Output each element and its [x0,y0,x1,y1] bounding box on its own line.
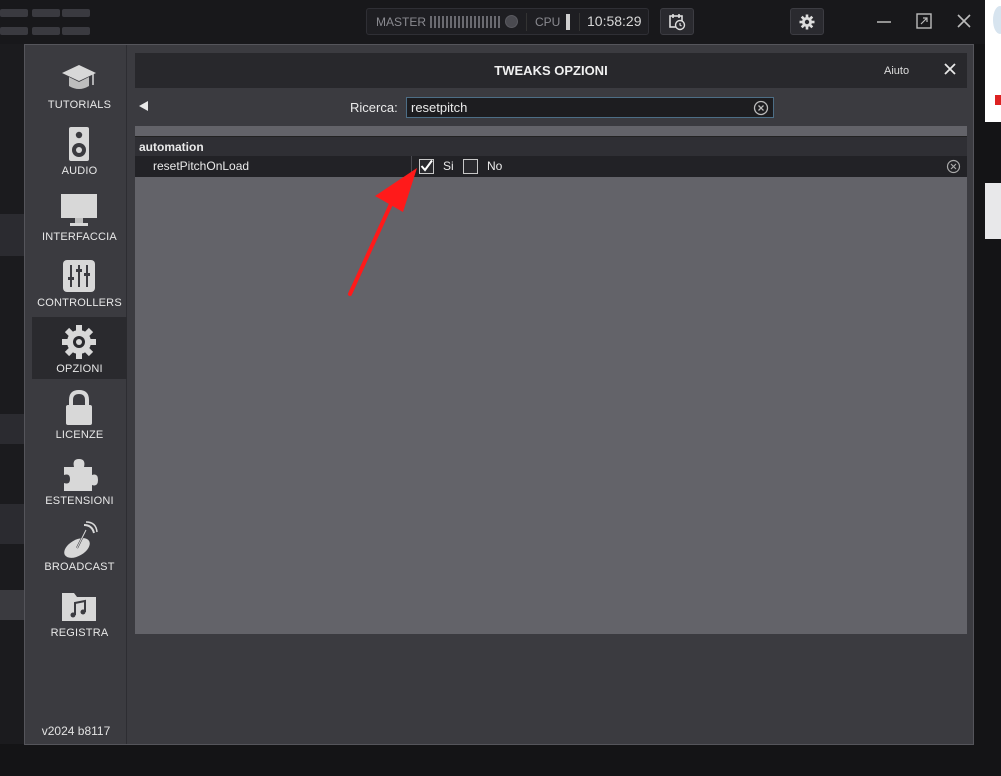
sidebar-item-label: TUTORIALS [47,99,112,111]
monitor-icon [61,194,97,226]
sidebar-item-licenze[interactable]: LICENZE [32,383,127,445]
reset-option-icon[interactable] [946,159,961,174]
speaker-icon [69,127,89,161]
background-window-edge [985,0,1001,122]
sidebar-item-label: ESTENSIONI [45,495,114,507]
panel-title: TWEAKS OPZIONI [494,63,608,78]
sidebar-item-label: OPZIONI [56,363,103,375]
panel-header: TWEAKS OPZIONI Aiuto [135,53,967,88]
group-title: automation [139,140,204,154]
background-window-edge-2 [985,183,1001,239]
sidebar-item-controllers[interactable]: CONTROLLERS [32,251,127,313]
close-button[interactable] [952,10,976,32]
music-folder-icon [62,593,96,621]
option-row: resetPitchOnLoad Si No [135,156,967,177]
maximize-button[interactable] [912,10,936,32]
help-link[interactable]: Aiuto [884,65,909,77]
satellite-dish-icon [64,521,98,558]
grid-menu-icon-3[interactable] [62,9,90,35]
no-label: No [487,159,503,173]
sidebar-item-label: CONTROLLERS [37,297,122,309]
lock-icon [66,389,92,425]
back-arrow-icon[interactable] [139,101,148,111]
sliders-icon [63,260,95,292]
master-status: MASTER CPU 10:58:29 [366,8,649,35]
maximize-icon [916,13,932,29]
sidebar-item-estensioni[interactable]: ESTENSIONI [32,449,127,511]
sidebar-item-opzioni[interactable]: OPZIONI [32,317,127,379]
option-name: resetPitchOnLoad [153,159,250,173]
sidebar-item-broadcast[interactable]: BROADCAST [32,515,127,577]
master-label: MASTER [376,15,427,29]
options-dialog: TUTORIALS AUDIO INTERFACCIA CONTROLLERS … [24,44,974,745]
top-bar: MASTER CPU 10:58:29 [0,0,985,44]
schedule-icon [669,13,686,30]
annotation-arrow-icon [348,168,417,296]
background-deck-edge [0,44,25,744]
sidebar-item-audio[interactable]: AUDIO [32,119,127,181]
settings-sidebar: TUTORIALS AUDIO INTERFACCIA CONTROLLERS … [25,45,127,744]
sidebar-item-registra[interactable]: REGISTRA [32,581,127,643]
no-checkbox[interactable] [463,159,478,174]
master-meter [430,16,502,28]
cpu-meter [566,14,570,30]
clear-search-icon[interactable] [753,100,769,116]
close-icon [957,14,971,28]
option-group-header: automation [135,136,967,156]
master-knob[interactable] [505,15,518,28]
minimize-button[interactable] [872,10,896,32]
minimize-icon [877,21,891,23]
puzzle-icon [64,459,98,491]
sidebar-item-label: REGISTRA [50,627,109,639]
gear-icon [799,14,815,29]
yes-label: Si [443,159,454,173]
tweaks-panel: TWEAKS OPZIONI Aiuto Ricerca: automation… [135,53,967,634]
search-row: Ricerca: [135,88,967,126]
schedule-button[interactable] [660,8,694,35]
close-icon[interactable] [943,62,957,76]
version-label: v2024 b8117 [41,724,111,738]
search-input[interactable] [406,97,774,118]
settings-button[interactable] [790,8,824,35]
sidebar-item-label: INTERFACCIA [42,231,117,243]
sidebar-item-interfaccia[interactable]: INTERFACCIA [32,185,127,247]
graduation-cap-icon [62,65,96,89]
sidebar-item-label: LICENZE [55,429,104,441]
sidebar-item-label: BROADCAST [44,561,115,573]
sidebar-item-label: AUDIO [61,165,98,177]
sidebar-item-tutorials[interactable]: TUTORIALS [32,53,127,115]
gear-icon [62,325,96,359]
cpu-label: CPU [535,15,561,29]
grid-menu-icon[interactable] [0,9,28,35]
clock: 10:58:29 [587,13,642,29]
search-label: Ricerca: [350,100,398,115]
grid-menu-icon-2[interactable] [32,9,60,35]
